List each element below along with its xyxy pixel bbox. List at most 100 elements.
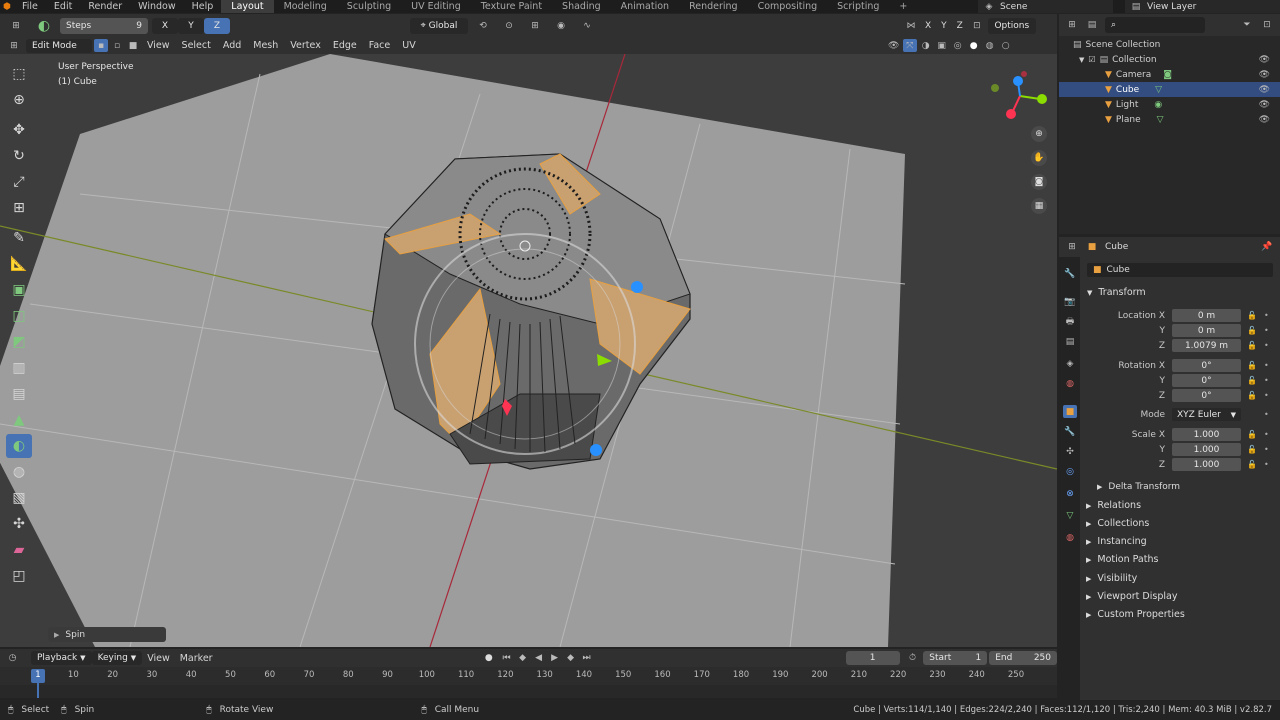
output-tab-icon[interactable]: 🖶 [1063,315,1077,328]
lock-icon[interactable]: 🔓 [1247,445,1257,454]
start-frame-field[interactable]: Start 1 [923,651,988,665]
panel-relations[interactable]: ▶ Relations [1086,500,1141,511]
nav-zoom-icon[interactable]: ⊕ [1031,126,1047,142]
transform-icon[interactable]: ⊞ [6,196,32,220]
inset-icon[interactable]: ◫ [6,304,32,328]
axis-z-button[interactable]: Z [204,17,230,34]
scale-y-field[interactable]: 1.000 [1172,443,1241,456]
outliner-item-plane[interactable]: ▼ Plane ▽ 👁 [1059,112,1280,127]
overlay-toggle-icon[interactable]: ◑ [919,39,933,52]
timeline-view-menu[interactable]: View [142,650,175,667]
location-y-field[interactable]: 0 m [1172,324,1241,337]
editor-type-icon[interactable]: ◷ [0,652,25,665]
new-collection-icon[interactable]: ⊡ [1260,19,1274,32]
particles-tab-icon[interactable]: ✣ [1063,445,1077,458]
timeline-marker-menu[interactable]: Marker [175,650,218,667]
menu-help[interactable]: Help [184,0,222,13]
lock-icon[interactable]: 🔓 [1247,376,1257,385]
view-layer-selector[interactable]: ▤ View Layer [1125,0,1280,13]
tab-texture-paint[interactable]: Texture Paint [471,0,552,13]
menu-window[interactable]: Window [130,0,183,13]
menu-render[interactable]: Render [80,0,130,13]
mirror-y-toggle[interactable]: Y [938,21,950,31]
menu-mesh[interactable]: Mesh [248,37,283,54]
edge-slide-icon[interactable]: ▧ [6,486,32,510]
axis-y-button[interactable]: Y [178,17,204,34]
panel-custom-properties[interactable]: ▶ Custom Properties [1086,609,1185,620]
tab-sculpting[interactable]: Sculpting [337,0,401,13]
gizmo-toggle-icon[interactable]: ⤧ [902,39,917,52]
record-icon[interactable]: ● [482,652,495,665]
lock-icon[interactable]: 🔓 [1247,341,1257,350]
editor-type-icon[interactable]: ⊞ [1065,19,1079,32]
steps-field[interactable]: Steps 9 [60,17,148,34]
keyframe-dot-icon[interactable]: • [1264,445,1269,454]
snap-icon[interactable]: ⊙ [498,19,520,32]
keying-menu[interactable]: Keying ▼ [91,651,143,665]
rotate-icon[interactable]: ↻ [6,144,32,168]
wireframe-shading-icon[interactable]: ◎ [951,39,965,52]
spin-gizmo-handle[interactable] [631,281,643,293]
panel-motion-paths[interactable]: ▶ Motion Paths [1086,554,1158,565]
keyframe-dot-icon[interactable]: • [1264,311,1269,320]
outliner-item-cube[interactable]: ▼ Cube ▽ 👁 [1059,82,1280,97]
tab-compositing[interactable]: Compositing [748,0,828,13]
outliner-item-camera[interactable]: ▼ Camera ◙ 👁 [1059,67,1280,82]
rotation-x-field[interactable]: 0° [1172,359,1241,372]
spin-icon[interactable]: ◐ [6,434,32,458]
knife-icon[interactable]: ▤ [6,382,32,406]
world-tab-icon[interactable]: ◍ [1063,377,1077,390]
face-select-icon[interactable]: ■ [126,39,140,52]
outliner-item-light[interactable]: ▼ Light ◉ 👁 [1059,97,1280,112]
menu-file[interactable]: File [14,0,46,13]
falloff-icon[interactable]: ∿ [576,19,598,32]
nav-grid-icon[interactable]: ▦ [1031,198,1047,214]
outliner-scene-collection[interactable]: ▤ Scene Collection [1059,37,1280,52]
shear-icon[interactable]: ▰ [6,538,32,562]
nav-pan-icon[interactable]: ✋ [1031,150,1047,166]
checkbox-icon[interactable]: ☑ [1088,55,1095,64]
scene-selector[interactable]: ◈ Scene [978,0,1113,13]
lock-icon[interactable]: 🔓 [1247,311,1257,320]
transform-panel-header[interactable]: ▼ Transform [1087,287,1146,298]
lock-icon[interactable]: 🔓 [1247,460,1257,469]
eye-icon[interactable]: 👁 [1259,85,1270,95]
view-layer-tab-icon[interactable]: ▤ [1063,335,1077,348]
keyframe-dot-icon[interactable]: • [1264,391,1269,400]
location-x-field[interactable]: 0 m [1172,309,1241,322]
panel-viewport-display[interactable]: ▶ Viewport Display [1086,591,1177,602]
keyframe-dot-icon[interactable]: • [1264,460,1269,469]
eye-icon[interactable]: 👁 [1259,70,1270,80]
play-reverse-icon[interactable]: ◀ [532,652,546,665]
scale-icon[interactable]: ⤢ [6,170,32,194]
editor-type-icon[interactable]: ⊞ [4,19,28,32]
options-dropdown[interactable]: Options [987,17,1036,34]
preview-range-icon[interactable]: ⏱ [906,652,919,665]
spin-gizmo-handle-2[interactable] [590,444,602,456]
auto-merge-icon[interactable]: ⊡ [970,19,984,32]
keyframe-dot-icon[interactable]: • [1264,410,1269,419]
poly-build-icon[interactable]: ▲ [6,408,32,432]
blender-logo-icon[interactable]: ⬢ [0,0,14,13]
jump-keyframe-forward-icon[interactable]: ◆ [564,652,578,665]
render-tab-icon[interactable]: 📷 [1063,295,1077,308]
filter-icon[interactable]: ⏷ [1240,19,1254,32]
panel-instancing[interactable]: ▶ Instancing [1086,536,1147,547]
material-tab-icon[interactable]: ◍ [1063,531,1077,544]
physics-tab-icon[interactable]: ◎ [1063,465,1077,478]
lock-icon[interactable]: 🔓 [1247,391,1257,400]
tab-shading[interactable]: Shading [552,0,611,13]
end-frame-field[interactable]: End 250 [989,651,1058,665]
mirror-icon[interactable]: ⋈ [904,19,918,32]
expand-icon[interactable]: ▼ [1079,56,1084,64]
navigation-gizmo[interactable] [991,71,1047,119]
measure-icon[interactable]: 📐 [6,252,32,276]
bevel-icon[interactable]: ◩ [6,330,32,354]
tab-modeling[interactable]: Modeling [274,0,337,13]
menu-uv[interactable]: UV [397,37,420,54]
location-z-field[interactable]: 1.0079 m [1172,339,1241,352]
panel-collections[interactable]: ▶ Collections [1086,518,1149,529]
keyframe-dot-icon[interactable]: • [1264,376,1269,385]
tab-scripting[interactable]: Scripting [827,0,889,13]
menu-add[interactable]: Add [218,37,246,54]
